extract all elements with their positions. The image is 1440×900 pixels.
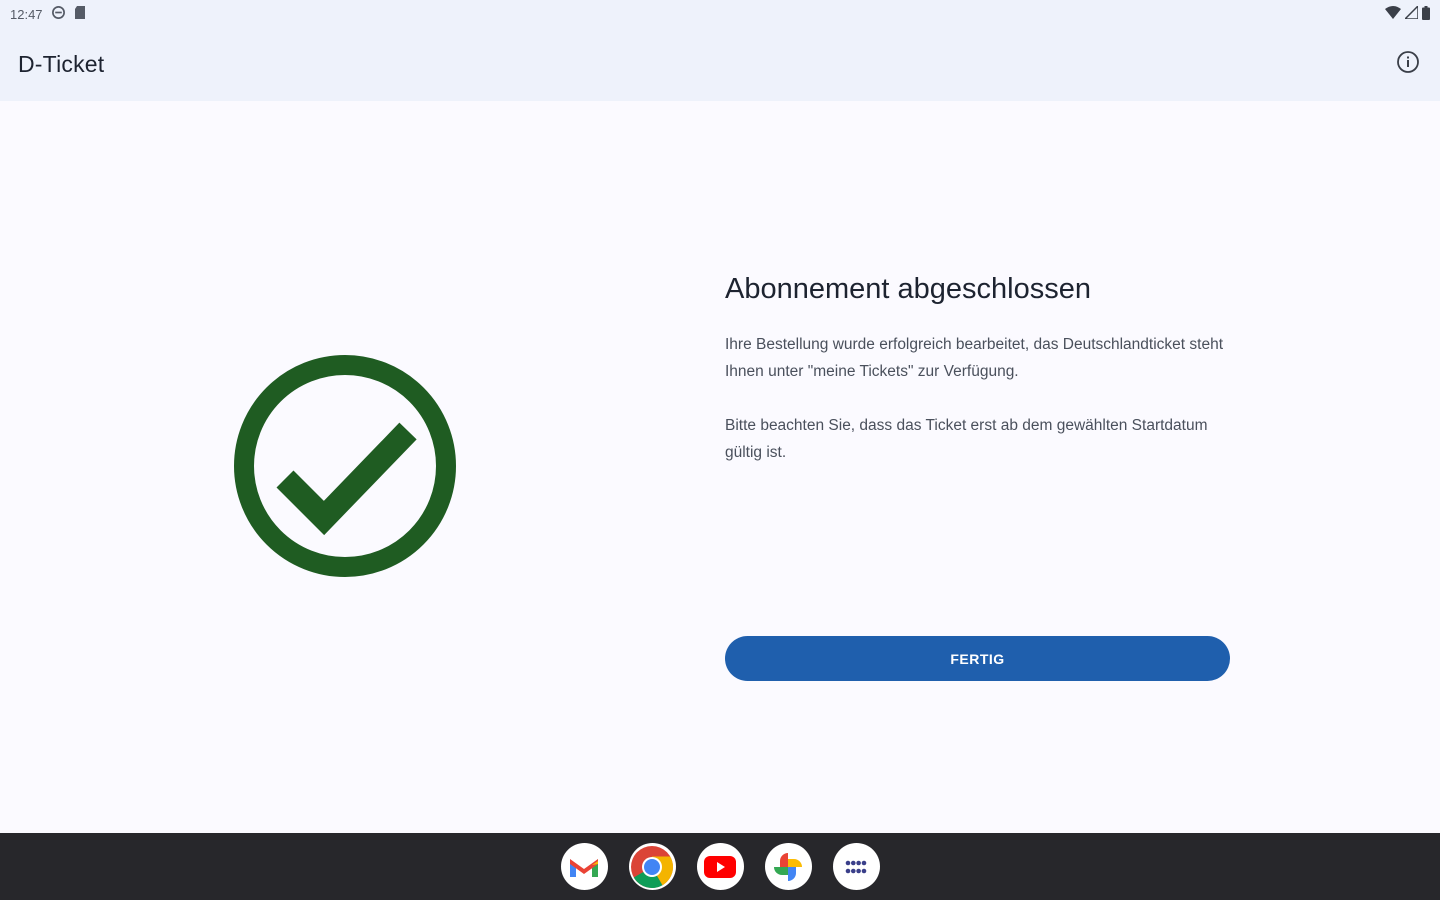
gmail-icon[interactable] xyxy=(560,843,608,890)
photos-icon[interactable] xyxy=(764,843,812,890)
validity-note: Bitte beachten Sie, dass das Ticket erst… xyxy=(725,417,1208,461)
data-saver-icon xyxy=(51,5,66,23)
check-circle-icon xyxy=(230,353,460,583)
wifi-icon xyxy=(1385,6,1401,22)
done-button[interactable]: FERTIG xyxy=(725,636,1230,681)
page-title: Abonnement abgeschlossen xyxy=(725,273,1091,305)
info-button[interactable] xyxy=(1394,51,1422,79)
battery-icon xyxy=(1422,5,1430,23)
main-content: Abonnement abgeschlossen Ihre Bestellung… xyxy=(0,101,1440,833)
sd-card-icon xyxy=(74,5,87,23)
cell-signal-icon xyxy=(1403,4,1419,22)
status-time: 12:47 xyxy=(10,6,43,22)
confirmation-message: Ihre Bestellung wurde erfolgreich bearbe… xyxy=(725,336,1224,380)
confirmation-text: Abonnement abgeschlossen Ihre Bestellung… xyxy=(725,269,1230,466)
app-bar: D-Ticket xyxy=(0,28,1440,101)
app-launcher-icon[interactable] xyxy=(832,843,880,890)
taskbar xyxy=(0,833,1440,900)
status-bar: 12:47 xyxy=(0,0,1440,28)
info-icon xyxy=(1396,50,1420,79)
chrome-icon[interactable] xyxy=(628,843,676,890)
youtube-icon[interactable] xyxy=(696,843,744,890)
app-title: D-Ticket xyxy=(18,51,105,77)
